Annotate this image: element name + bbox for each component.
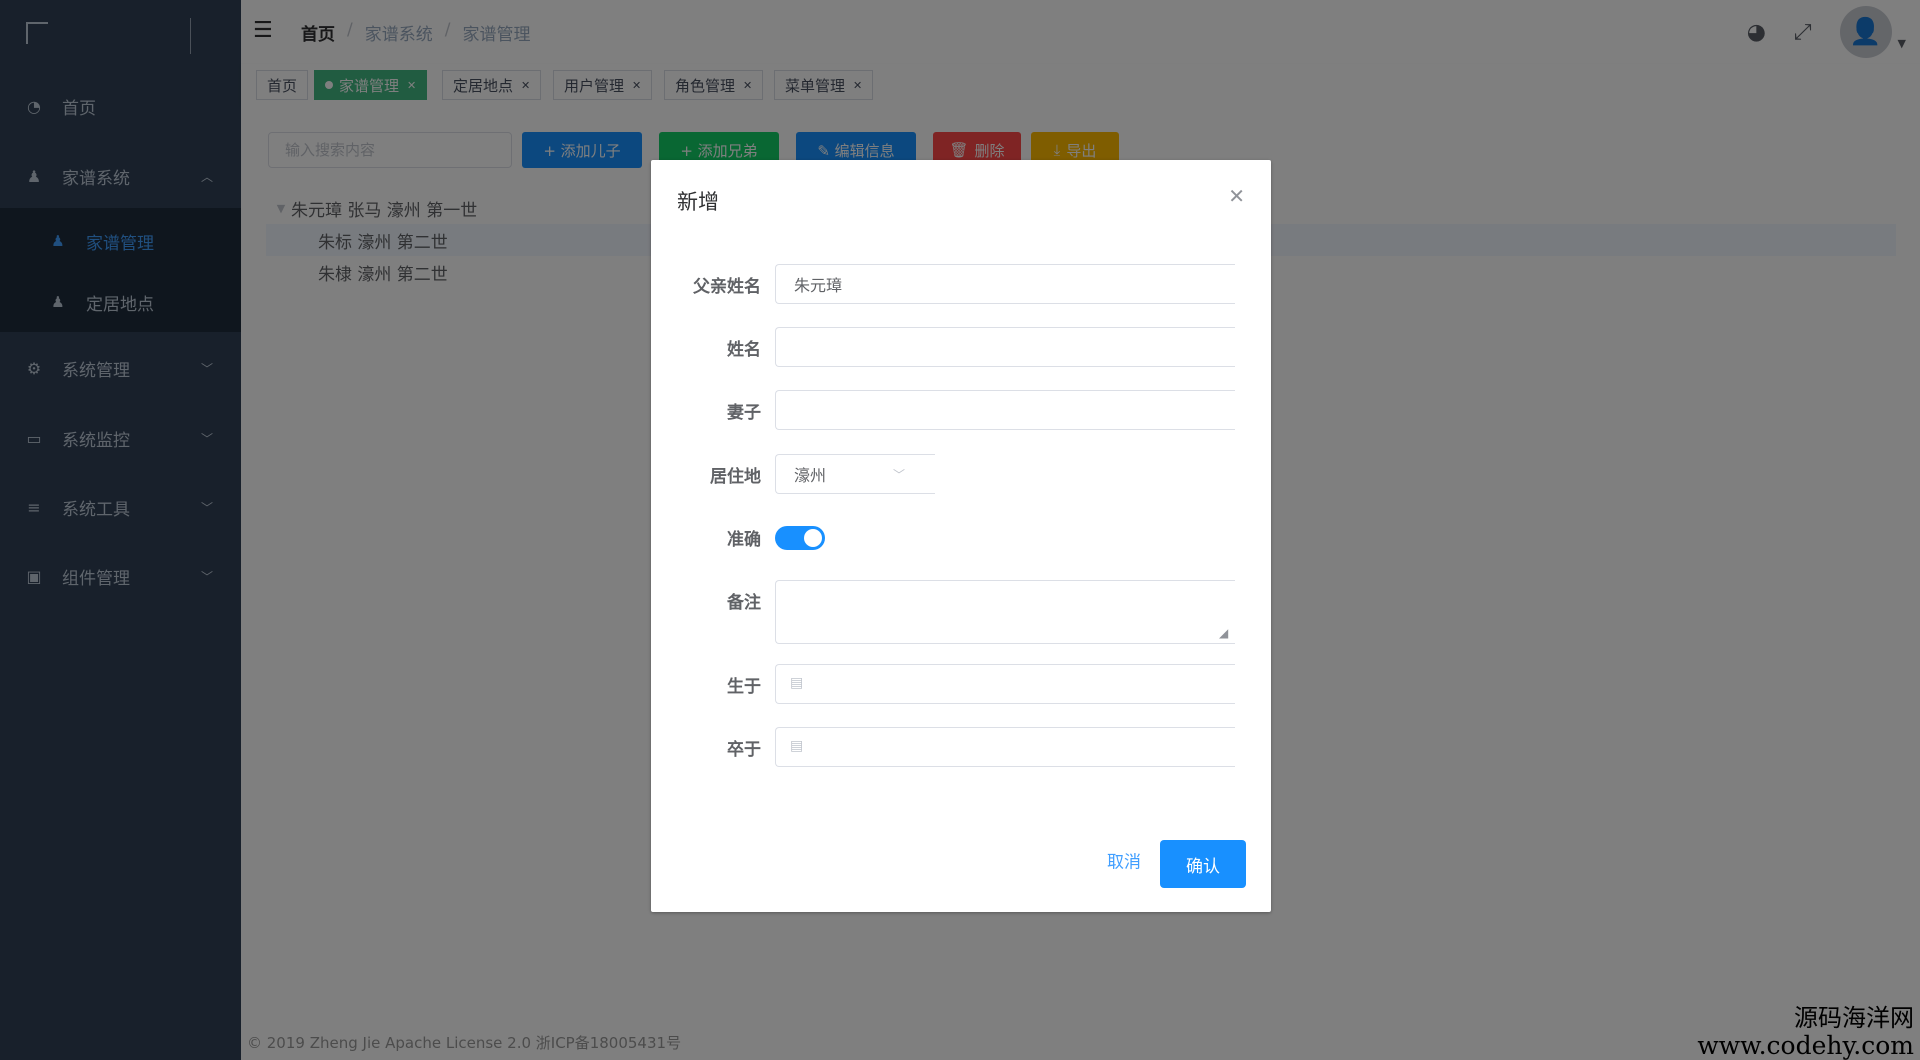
born-date-picker[interactable]: ▤ — [775, 664, 1235, 704]
residence-value: 濠州 — [794, 466, 827, 485]
name-input[interactable] — [775, 327, 1235, 367]
calendar-icon: ▤ — [790, 738, 804, 754]
cancel-button[interactable]: 取消 — [1107, 848, 1141, 873]
died-date-picker[interactable]: ▤ — [775, 727, 1235, 767]
resize-handle-icon[interactable]: ◢ — [1219, 626, 1228, 640]
dialog-title: 新增 — [677, 190, 719, 214]
wife-label: 妻子 — [727, 403, 761, 423]
accurate-label: 准确 — [727, 530, 761, 550]
add-dialog: 新增 ✕ 父亲姓名 姓名 妻子 居住地 濠州 ﹀ 准确 备注 ◢ 生于 ▤ 卒于… — [651, 160, 1271, 912]
watermark-line1: 源码海洋网 — [1794, 1004, 1914, 1032]
confirm-button[interactable]: 确认 — [1160, 840, 1246, 888]
accurate-switch[interactable] — [775, 526, 825, 550]
father-name-input[interactable] — [775, 264, 1235, 304]
died-label: 卒于 — [727, 740, 761, 760]
calendar-icon: ▤ — [790, 675, 804, 691]
watermark: 源码海洋网 www.codehy.com — [1697, 1004, 1914, 1060]
remark-label: 备注 — [727, 593, 761, 613]
close-icon[interactable]: ✕ — [1228, 184, 1245, 208]
born-label: 生于 — [727, 677, 761, 697]
residence-label: 居住地 — [710, 467, 761, 487]
remark-textarea[interactable] — [775, 580, 1235, 644]
chevron-down-icon: ﹀ — [892, 467, 905, 482]
name-label: 姓名 — [727, 340, 761, 360]
watermark-line2: www.codehy.com — [1697, 1031, 1914, 1060]
residence-select[interactable]: 濠州 ﹀ — [775, 454, 935, 494]
switch-knob — [804, 529, 822, 547]
wife-input[interactable] — [775, 390, 1235, 430]
father-name-label: 父亲姓名 — [693, 277, 761, 297]
